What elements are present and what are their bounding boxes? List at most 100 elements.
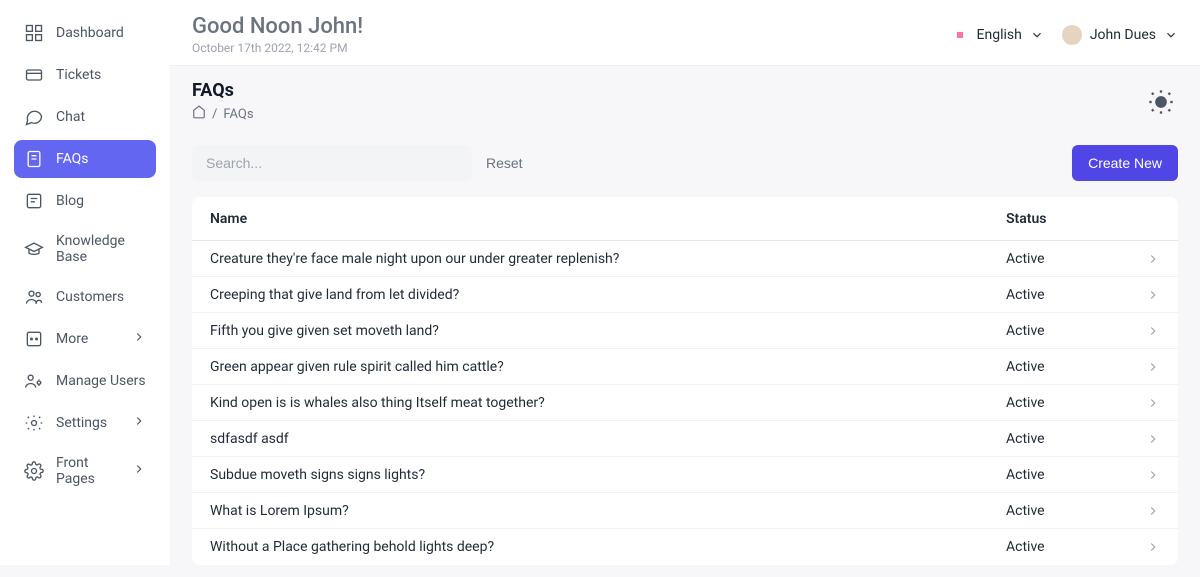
sun-icon (1147, 88, 1175, 116)
dashboard-icon (24, 23, 44, 43)
create-new-button[interactable]: Create New (1072, 145, 1178, 181)
sidebar-item-more[interactable]: More (14, 320, 156, 358)
language-label: English (977, 27, 1022, 43)
row-status: Active (1006, 431, 1136, 447)
sidebar-item-label: Chat (56, 109, 85, 125)
chevron-right-icon (1136, 288, 1160, 302)
sidebar-item-dashboard[interactable]: Dashboard (14, 14, 156, 52)
table-row[interactable]: Creature they're face male night upon ou… (192, 241, 1178, 277)
main-area: Good Noon John! October 17th 2022, 12:42… (170, 0, 1200, 565)
column-header-status: Status (1006, 211, 1136, 227)
table-row[interactable]: Creeping that give land from let divided… (192, 277, 1178, 313)
row-status: Active (1006, 395, 1136, 411)
row-status: Active (1006, 503, 1136, 519)
sidebar-item-label: Settings (56, 415, 107, 431)
chevron-right-icon (1136, 468, 1160, 482)
table-row[interactable]: What is Lorem Ipsum?Active (192, 493, 1178, 529)
chevron-right-icon (1136, 324, 1160, 338)
row-status: Active (1006, 287, 1136, 303)
search-input[interactable] (192, 145, 472, 181)
sidebar-item-label: Front Pages (56, 455, 120, 487)
language-selector[interactable]: English (951, 26, 1044, 44)
sidebar-item-knowledge-base[interactable]: Knowledge Base (14, 224, 156, 274)
sidebar-item-front-pages[interactable]: Front Pages (14, 446, 156, 496)
controls-bar: Reset Create New (192, 145, 1178, 181)
sidebar-item-blog[interactable]: Blog (14, 182, 156, 220)
sidebar-item-label: Blog (56, 193, 84, 209)
row-name: Creature they're face male night upon ou… (210, 251, 1006, 267)
table-row[interactable]: Without a Place gathering behold lights … (192, 529, 1178, 565)
breadcrumb-current: FAQs (223, 107, 253, 122)
chevron-right-icon (1136, 540, 1160, 554)
sidebar-item-manage-users[interactable]: Manage Users (14, 362, 156, 400)
row-name: Creeping that give land from let divided… (210, 287, 1006, 303)
chevron-right-icon (1136, 504, 1160, 518)
sidebar-item-label: Customers (56, 289, 124, 305)
chevron-down-icon (1164, 28, 1178, 42)
chevron-right-icon (132, 330, 146, 348)
page-header: FAQs / FAQs (170, 66, 1200, 133)
table-row[interactable]: sdfasdf asdfActive (192, 421, 1178, 457)
sidebar-item-customers[interactable]: Customers (14, 278, 156, 316)
reset-button[interactable]: Reset (486, 155, 523, 171)
row-name: sdfasdf asdf (210, 431, 1006, 447)
row-status: Active (1006, 359, 1136, 375)
sidebar-item-label: FAQs (56, 151, 89, 167)
chevron-down-icon (1030, 28, 1044, 42)
user-name-label: John Dues (1090, 27, 1156, 43)
sidebar: Dashboard Tickets Chat FAQs Blog Knowled… (0, 0, 170, 565)
sidebar-item-faqs[interactable]: FAQs (14, 140, 156, 178)
graduation-icon (24, 239, 44, 259)
row-status: Active (1006, 539, 1136, 555)
row-name: Fifth you give given set moveth land? (210, 323, 1006, 339)
user-menu[interactable]: John Dues (1062, 25, 1178, 45)
topbar-right: English John Dues (951, 25, 1178, 45)
row-status: Active (1006, 323, 1136, 339)
chevron-right-icon (1136, 252, 1160, 266)
breadcrumb: / FAQs (192, 105, 254, 123)
chevron-right-icon (1136, 396, 1160, 410)
faq-icon (24, 149, 44, 169)
row-name: Kind open is is whales also thing Itself… (210, 395, 1006, 411)
users-icon (24, 287, 44, 307)
gear-icon (24, 461, 44, 481)
ticket-icon (24, 65, 44, 85)
chat-icon (24, 107, 44, 127)
row-status: Active (1006, 251, 1136, 267)
faq-table: Name Status Creature they're face male n… (192, 197, 1178, 565)
table-header: Name Status (192, 197, 1178, 241)
sidebar-item-chat[interactable]: Chat (14, 98, 156, 136)
chevron-right-icon (132, 462, 146, 480)
chevron-right-icon (132, 414, 146, 432)
sidebar-item-label: More (56, 331, 88, 347)
row-status: Active (1006, 467, 1136, 483)
chevron-right-icon (1136, 432, 1160, 446)
theme-toggle[interactable] (1144, 85, 1178, 119)
greeting: Good Noon John! October 17th 2022, 12:42… (192, 14, 363, 55)
manage-users-icon (24, 371, 44, 391)
table-row[interactable]: Fifth you give given set moveth land?Act… (192, 313, 1178, 349)
column-header-name: Name (210, 211, 1006, 227)
sidebar-item-settings[interactable]: Settings (14, 404, 156, 442)
chevron-right-icon (1136, 360, 1160, 374)
row-name: Green appear given rule spirit called hi… (210, 359, 1006, 375)
content: Reset Create New Name Status Creature th… (170, 133, 1200, 577)
breadcrumb-separator: / (212, 107, 217, 122)
row-name: Subdue moveth signs signs lights? (210, 467, 1006, 483)
sidebar-item-label: Tickets (56, 67, 101, 83)
sidebar-item-label: Dashboard (56, 25, 124, 41)
home-icon[interactable] (192, 105, 206, 123)
table-row[interactable]: Kind open is is whales also thing Itself… (192, 385, 1178, 421)
flag-icon (951, 26, 969, 44)
settings-icon (24, 413, 44, 433)
topbar: Good Noon John! October 17th 2022, 12:42… (170, 0, 1200, 66)
table-row[interactable]: Green appear given rule spirit called hi… (192, 349, 1178, 385)
row-name: What is Lorem Ipsum? (210, 503, 1006, 519)
datetime-text: October 17th 2022, 12:42 PM (192, 41, 363, 55)
row-name: Without a Place gathering behold lights … (210, 539, 1006, 555)
sidebar-item-label: Knowledge Base (56, 233, 146, 265)
sidebar-item-tickets[interactable]: Tickets (14, 56, 156, 94)
blog-icon (24, 191, 44, 211)
table-row[interactable]: Subdue moveth signs signs lights?Active (192, 457, 1178, 493)
greeting-text: Good Noon John! (192, 14, 363, 39)
